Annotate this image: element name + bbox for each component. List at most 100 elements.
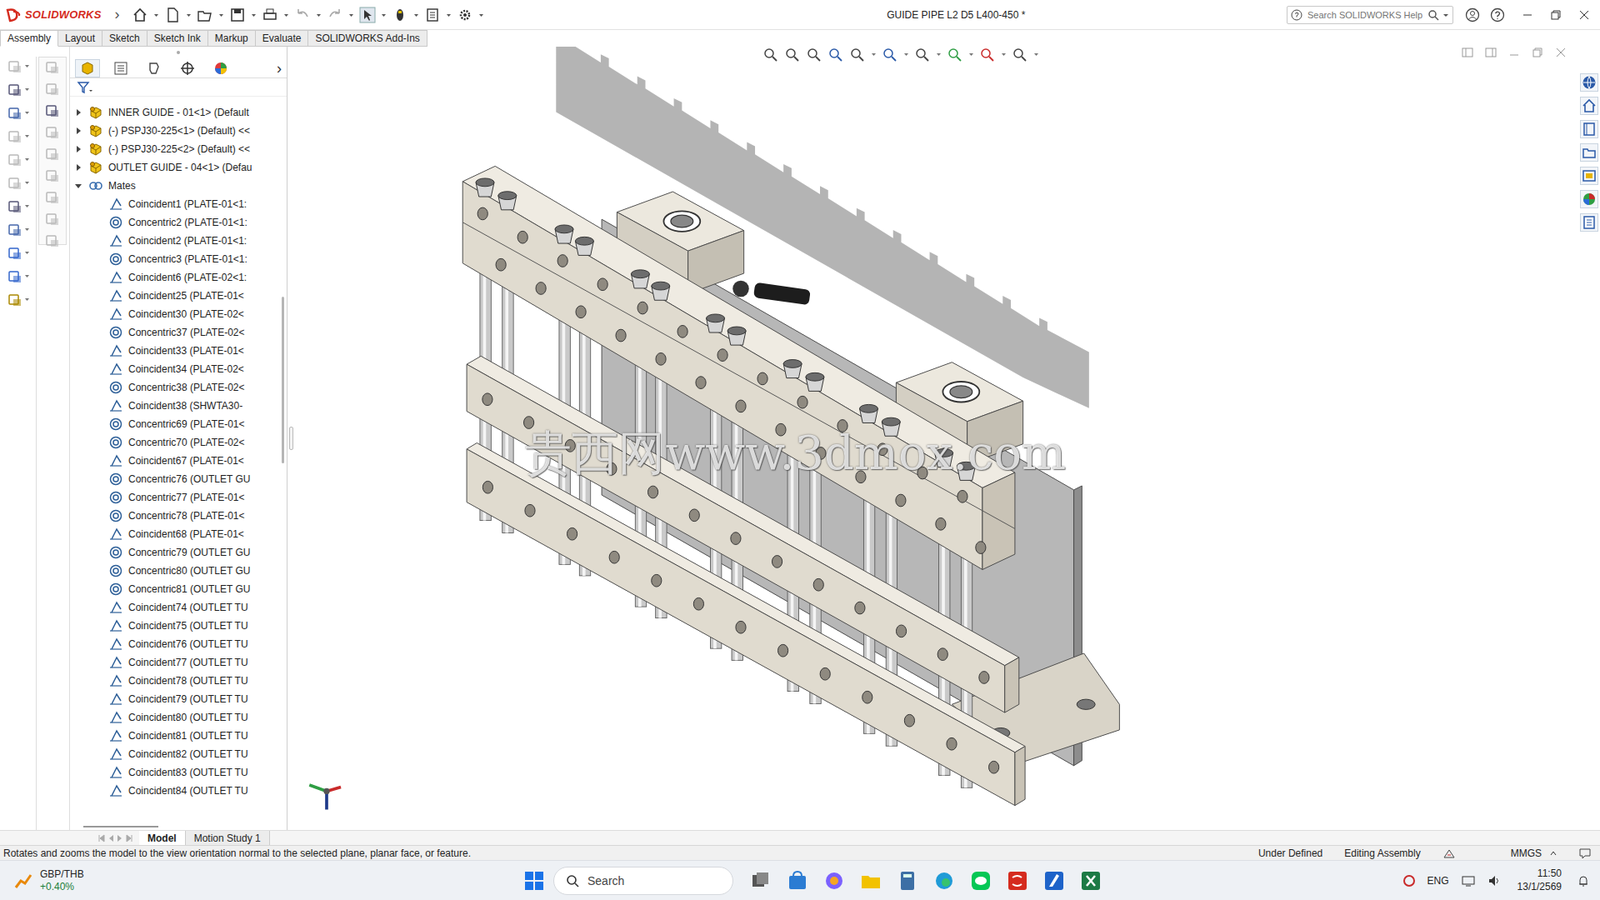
restore-icon[interactable] xyxy=(1550,9,1562,21)
toolbar-tool-icon[interactable] xyxy=(6,268,24,285)
store-icon[interactable] xyxy=(786,870,809,892)
view-tool-icon[interactable] xyxy=(979,46,996,64)
save-icon[interactable] xyxy=(229,6,246,24)
tool-button[interactable] xyxy=(6,198,30,215)
dropdown-arrow-icon[interactable] xyxy=(24,225,30,235)
undo-icon[interactable] xyxy=(294,6,311,24)
toolbar-tool-icon[interactable] xyxy=(44,80,61,98)
dropdown-arrow-icon[interactable] xyxy=(24,272,30,281)
toolbar-tool-icon[interactable] xyxy=(6,291,24,309)
expand-arrow-icon[interactable] xyxy=(73,144,84,155)
mate-item[interactable]: Coincident38 (SHWTA30- xyxy=(70,396,287,415)
view-tool-icon[interactable] xyxy=(979,46,996,64)
mate-item[interactable]: Coincident30 (PLATE-02< xyxy=(70,305,287,324)
dropdown-arrow-icon[interactable] xyxy=(315,6,322,24)
dropdown-arrow-icon[interactable] xyxy=(935,50,942,60)
rebuild-status-icon[interactable] xyxy=(1442,847,1456,860)
view-tool-icon[interactable] xyxy=(1011,46,1029,64)
mate-item[interactable]: Coincident84 (OUTLET TU xyxy=(70,781,287,800)
mate-item[interactable]: Concentric81 (OUTLET GU xyxy=(70,580,287,599)
tool-button[interactable] xyxy=(6,151,30,169)
network-icon[interactable] xyxy=(1460,874,1476,888)
view-tool-icon[interactable] xyxy=(914,46,931,64)
mate-item[interactable]: Coincident2 (PLATE-01<1: xyxy=(70,231,287,250)
dropdown-arrow-icon[interactable] xyxy=(24,62,30,71)
view-tool-icon[interactable] xyxy=(827,46,845,64)
tray-app-icon[interactable] xyxy=(1402,874,1416,888)
toolbar-tool-icon[interactable] xyxy=(44,232,61,250)
dropdown-arrow-icon[interactable] xyxy=(185,6,192,24)
dropdown-arrow-icon[interactable] xyxy=(1000,50,1007,60)
autodesk-app-icon[interactable] xyxy=(1043,870,1065,892)
dropdown-arrow-icon[interactable] xyxy=(24,249,30,258)
mate-item[interactable]: Coincident6 (PLATE-02<1: xyxy=(70,268,287,287)
view-tool-icon[interactable] xyxy=(1011,46,1029,64)
dropdown-arrow-icon[interactable] xyxy=(24,109,30,118)
task-view-icon[interactable] xyxy=(750,870,772,892)
panel-tab[interactable] xyxy=(108,59,134,78)
panel-tab[interactable] xyxy=(75,59,100,78)
save-icon[interactable] xyxy=(229,6,246,24)
view-tool-icon[interactable] xyxy=(849,46,866,64)
toolbar-tool-icon[interactable] xyxy=(6,81,24,99)
toolbar-tool-icon[interactable] xyxy=(44,59,61,76)
dropdown-arrow-icon[interactable] xyxy=(24,295,30,305)
view-tool-icon[interactable] xyxy=(881,46,899,64)
panel-tab[interactable] xyxy=(175,59,200,78)
mate-item[interactable]: Coincident34 (PLATE-02< xyxy=(70,360,287,379)
excel-icon[interactable] xyxy=(1080,870,1102,892)
next-arrow-icon[interactable] xyxy=(116,834,124,843)
line-chat-icon[interactable] xyxy=(970,870,992,892)
view-tool-icon[interactable] xyxy=(881,46,899,64)
file-explorer-icon[interactable] xyxy=(860,870,882,892)
tool-button[interactable] xyxy=(6,268,30,285)
toolbar-tool-icon[interactable] xyxy=(6,58,24,75)
tool-button[interactable] xyxy=(6,81,30,99)
mate-item[interactable]: Concentric79 (OUTLET GU xyxy=(70,543,287,562)
toolbar-tool-icon[interactable] xyxy=(6,128,24,145)
network-icon[interactable] xyxy=(1460,874,1476,888)
windows-start-icon[interactable] xyxy=(523,870,545,892)
tree-item[interactable]: OUTLET GUIDE - 04<1> (Defau xyxy=(70,158,287,177)
open-folder-icon[interactable] xyxy=(196,6,214,24)
tree-item[interactable]: Mates xyxy=(70,176,287,195)
copilot-icon[interactable] xyxy=(823,870,845,892)
toolbar-tool-icon[interactable] xyxy=(6,291,24,309)
print-icon[interactable] xyxy=(261,6,279,24)
tree-item[interactable]: (-) PSPJ30-225<1> (Default) << xyxy=(70,121,287,140)
toolbar-tool-icon[interactable] xyxy=(44,102,61,120)
dropdown-arrow-icon[interactable] xyxy=(413,6,420,24)
mate-item[interactable]: Coincident78 (OUTLET TU xyxy=(70,671,287,690)
last-arrow-icon[interactable] xyxy=(125,834,133,843)
mate-item[interactable]: Concentric80 (OUTLET GU xyxy=(70,561,287,580)
mate-item[interactable]: Concentric77 (PLATE-01< xyxy=(70,488,287,507)
command-tab[interactable]: Layout xyxy=(58,30,103,47)
task-pane-tab[interactable] xyxy=(1580,120,1599,139)
tile-right-icon[interactable] xyxy=(1485,46,1497,59)
new-document-icon[interactable] xyxy=(164,6,181,24)
dropdown-arrow-icon[interactable] xyxy=(24,132,30,141)
edge-browser-icon[interactable] xyxy=(933,870,955,892)
toolbar-tool-icon[interactable] xyxy=(44,124,61,141)
file-properties-icon[interactable] xyxy=(424,6,441,24)
dropdown-arrow-icon[interactable] xyxy=(24,225,30,235)
toolbar-tool-icon[interactable] xyxy=(44,189,61,206)
dropdown-arrow-icon[interactable] xyxy=(24,272,30,281)
dropdown-arrow-icon[interactable] xyxy=(380,6,387,24)
dropdown-arrow-icon[interactable] xyxy=(24,155,30,165)
last-arrow-icon[interactable] xyxy=(125,834,133,843)
mate-item[interactable]: Concentric3 (PLATE-01<1: xyxy=(70,250,287,269)
minimize-icon[interactable] xyxy=(1521,9,1534,21)
notification-bell-icon[interactable] xyxy=(1576,874,1590,888)
help-icon[interactable] xyxy=(1490,7,1505,23)
tree-item[interactable]: (-) PSPJ30-225<2> (Default) << xyxy=(70,140,287,159)
toolbar-tool-icon[interactable] xyxy=(6,175,24,192)
command-tab[interactable]: Evaluate xyxy=(255,30,310,47)
mate-item[interactable]: Coincident33 (PLATE-01< xyxy=(70,341,287,360)
dropdown-arrow-icon[interactable] xyxy=(24,179,30,188)
dropdown-arrow-icon[interactable] xyxy=(1442,9,1450,21)
tool-button[interactable] xyxy=(6,221,30,239)
graphics-viewport[interactable]: 贵西网www.3dmox.com xyxy=(294,46,1579,830)
rebuild-icon[interactable] xyxy=(391,6,409,24)
dropdown-arrow-icon[interactable] xyxy=(903,50,910,60)
